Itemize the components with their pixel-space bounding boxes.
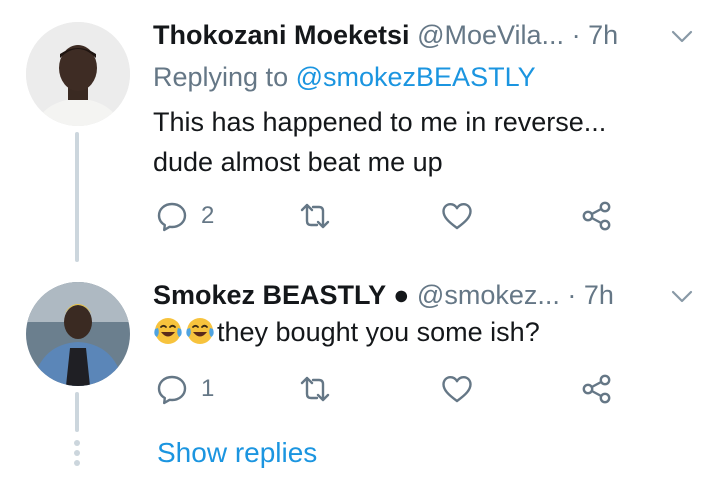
thread-line bbox=[75, 392, 79, 432]
tweet-2[interactable]: Smokez BEASTLY ● @smokez... · 7h they bo… bbox=[0, 262, 720, 488]
heart-icon bbox=[442, 376, 472, 403]
chevron-down-icon[interactable] bbox=[670, 284, 694, 308]
reply-button[interactable]: 2 bbox=[155, 199, 214, 233]
share-button[interactable] bbox=[580, 199, 614, 233]
tweet-text: they bought you some ish? bbox=[153, 312, 693, 352]
reply-icon bbox=[157, 375, 187, 405]
tweet-text-line: they bought you some ish? bbox=[217, 317, 540, 347]
timestamp[interactable]: 7h bbox=[588, 20, 618, 50]
like-button[interactable] bbox=[440, 199, 474, 233]
handle[interactable]: @MoeVila... bbox=[417, 20, 564, 50]
tweet-text-line: This has happened to me in reverse... bbox=[153, 107, 607, 137]
timestamp[interactable]: 7h bbox=[584, 280, 614, 310]
reply-icon bbox=[157, 202, 187, 232]
display-name[interactable]: Thokozani Moeketsi bbox=[153, 20, 410, 50]
retweet-button[interactable] bbox=[298, 199, 332, 233]
chevron-down-icon[interactable] bbox=[670, 24, 694, 48]
reply-button[interactable]: 1 bbox=[155, 372, 214, 406]
avatar[interactable] bbox=[26, 22, 130, 126]
mention-link[interactable]: @smokezBEASTLY bbox=[296, 62, 536, 92]
avatar[interactable] bbox=[26, 282, 130, 386]
tweet-text: This has happened to me in reverse... du… bbox=[153, 102, 693, 182]
tweet-header: Smokez BEASTLY ● @smokez... · 7h bbox=[153, 278, 614, 312]
retweet-icon bbox=[300, 376, 330, 402]
show-replies-link[interactable]: Show replies bbox=[157, 436, 317, 470]
replying-to: Replying to @smokezBEASTLY bbox=[153, 60, 536, 94]
reply-count: 2 bbox=[201, 202, 215, 229]
share-icon bbox=[582, 201, 611, 231]
tweet-header: Thokozani Moeketsi @MoeVila... · 7h bbox=[153, 18, 618, 52]
tweet-text-line: dude almost beat me up bbox=[153, 147, 443, 177]
handle[interactable]: @smokez... bbox=[417, 280, 560, 310]
more-replies-dots bbox=[74, 440, 80, 470]
separator: · bbox=[567, 280, 577, 310]
face-with-tears-of-joy-icon bbox=[154, 318, 182, 344]
share-icon bbox=[582, 374, 611, 404]
like-button[interactable] bbox=[440, 372, 474, 406]
heart-icon bbox=[442, 203, 472, 230]
separator: · bbox=[571, 20, 581, 50]
thread-line bbox=[75, 132, 79, 262]
reply-count: 1 bbox=[201, 375, 215, 402]
replying-prefix: Replying to bbox=[153, 62, 289, 92]
display-name[interactable]: Smokez BEASTLY ● bbox=[153, 280, 409, 310]
share-button[interactable] bbox=[580, 372, 614, 406]
tweet-1[interactable]: Thokozani Moeketsi @MoeVila... · 7h Repl… bbox=[0, 0, 720, 262]
retweet-button[interactable] bbox=[298, 372, 332, 406]
retweet-icon bbox=[300, 203, 330, 229]
face-with-tears-of-joy-icon bbox=[186, 318, 214, 344]
